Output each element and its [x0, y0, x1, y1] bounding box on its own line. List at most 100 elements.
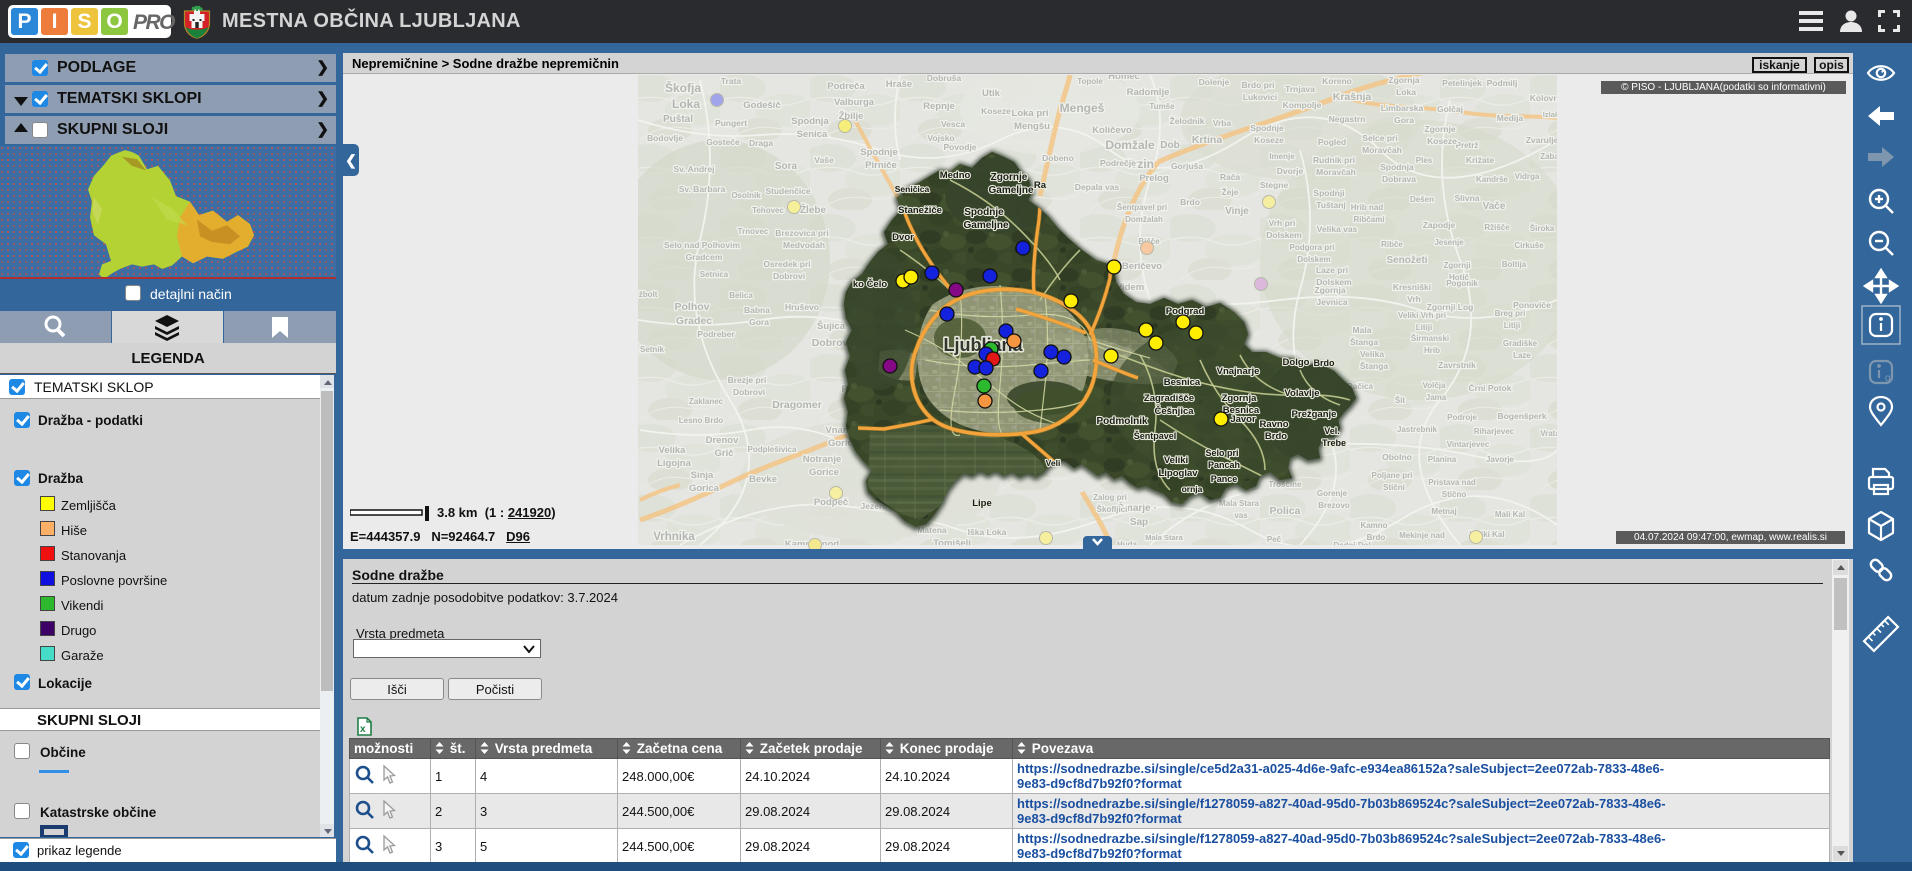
- svg-text:Puštal: Puštal: [663, 114, 693, 125]
- svg-text:Homec: Homec: [1108, 74, 1140, 82]
- svg-text:Vrba: Vrba: [1213, 118, 1232, 128]
- svg-text:Peč: Peč: [1267, 535, 1282, 544]
- svg-text:Škofljici: Škofljici: [1097, 505, 1128, 514]
- svg-text:Setnica: Setnica: [700, 270, 729, 279]
- svg-text:Brezovica pri: Brezovica pri: [775, 228, 828, 238]
- svg-text:Breg pri: Breg pri: [1495, 309, 1526, 318]
- svg-text:Setnik: Setnik: [640, 345, 665, 354]
- svg-text:Ribče: Ribče: [1381, 240, 1403, 249]
- svg-text:Repnje: Repnje: [923, 101, 955, 112]
- svg-text:Obolno: Obolno: [1382, 452, 1412, 462]
- svg-text:Tumše: Tumše: [1149, 102, 1175, 111]
- svg-text:Radomlje: Radomlje: [1127, 87, 1170, 98]
- svg-text:Gradiške: Gradiške: [1503, 339, 1538, 348]
- svg-text:Mala Stara: Mala Stara: [1145, 533, 1183, 542]
- svg-text:Koseze: Koseze: [1427, 136, 1457, 146]
- svg-text:Lukovici: Lukovici: [1243, 92, 1277, 102]
- svg-text:Brdo: Brdo: [1180, 197, 1200, 207]
- svg-text:Sv. Andrej: Sv. Andrej: [673, 164, 714, 174]
- svg-text:Seničica: Seničica: [895, 184, 930, 194]
- svg-text:Spodnje: Spodnje: [964, 207, 1004, 218]
- svg-text:Pance: Pance: [1211, 474, 1238, 484]
- svg-text:Širmanski: Širmanski: [1411, 334, 1449, 343]
- svg-text:Podreber: Podreber: [697, 329, 735, 339]
- svg-text:Ribčami: Ribčami: [1353, 215, 1384, 224]
- svg-text:Mala: Mala: [1353, 325, 1372, 335]
- svg-text:Spodnji: Spodnji: [1313, 188, 1344, 198]
- svg-text:Stanežiče: Stanežiče: [898, 205, 942, 216]
- svg-text:Vrh: Vrh: [1407, 294, 1421, 304]
- svg-text:Medija: Medija: [1497, 113, 1524, 123]
- svg-text:Negastrn: Negastrn: [1329, 114, 1366, 124]
- svg-text:Pogled: Pogled: [1318, 137, 1346, 147]
- svg-text:Stični: Stični: [1383, 483, 1405, 492]
- svg-text:Topole: Topole: [1077, 77, 1103, 86]
- svg-text:Lipe: Lipe: [972, 498, 992, 509]
- svg-text:Sap: Sap: [1130, 517, 1148, 528]
- svg-text:Valburga: Valburga: [834, 97, 875, 108]
- svg-text:Polhov: Polhov: [674, 301, 709, 313]
- svg-text:Želodnik: Želodnik: [1170, 115, 1205, 126]
- svg-text:Studenčice: Studenčice: [765, 186, 811, 196]
- svg-text:Gosteče: Gosteče: [706, 137, 740, 147]
- svg-text:Ligojna: Ligojna: [657, 458, 691, 469]
- svg-text:Zaklanec: Zaklanec: [689, 397, 724, 406]
- svg-text:Babna: Babna: [744, 305, 770, 315]
- svg-text:Spodnja: Spodnja: [1380, 162, 1414, 172]
- svg-text:Trnjava: Trnjava: [1285, 84, 1315, 94]
- svg-text:Pristava nad: Pristava nad: [1428, 478, 1476, 487]
- svg-text:Notranje: Notranje: [803, 454, 842, 465]
- svg-text:Mala Stara: Mala Stara: [1219, 499, 1260, 508]
- svg-text:Rudnik pri: Rudnik pri: [1313, 155, 1355, 165]
- svg-text:Utik: Utik: [982, 88, 1001, 99]
- svg-text:Moravčah: Moravčah: [1362, 145, 1402, 155]
- svg-text:Zagradišče: Zagradišče: [1144, 393, 1194, 404]
- svg-text:Beričevo: Beričevo: [1122, 261, 1162, 272]
- svg-text:Vrh pri: Vrh pri: [1269, 218, 1296, 228]
- svg-text:Podpeč: Podpeč: [814, 497, 848, 508]
- svg-text:Vel.: Vel.: [1324, 426, 1340, 436]
- svg-text:Vidrga: Vidrga: [1515, 172, 1540, 181]
- svg-text:Šentpavel: Šentpavel: [1134, 430, 1177, 441]
- svg-text:Vintarjevec: Vintarjevec: [1447, 440, 1490, 449]
- svg-text:Veli: Veli: [1046, 458, 1061, 468]
- svg-text:Bevke: Bevke: [749, 474, 777, 485]
- svg-text:Hraše: Hraše: [886, 79, 912, 90]
- svg-text:ko Čelo: ko Čelo: [853, 278, 888, 290]
- svg-text:Velika: Velika: [659, 445, 687, 456]
- svg-text:Dolskem: Dolskem: [1266, 230, 1302, 240]
- svg-text:Loka: Loka: [672, 97, 700, 111]
- svg-text:Brdo: Brdo: [1314, 358, 1335, 368]
- svg-text:Trnovec: Trnovec: [738, 227, 769, 236]
- svg-text:Bogenšperk: Bogenšperk: [1497, 411, 1546, 421]
- svg-text:Zgornji: Zgornji: [1443, 261, 1470, 270]
- svg-text:Imenje: Imenje: [1269, 152, 1295, 161]
- svg-text:Ržišče: Ržišče: [1484, 223, 1510, 232]
- svg-text:Vesca: Vesca: [941, 119, 965, 129]
- svg-text:g: g: [1885, 373, 1891, 384]
- svg-text:Godešič: Godešič: [743, 100, 781, 111]
- svg-text:Šentpavel pri: Šentpavel pri: [1117, 203, 1167, 212]
- svg-text:Gradcem: Gradcem: [686, 252, 723, 262]
- svg-text:Zavrstnik: Zavrstnik: [1438, 360, 1476, 370]
- svg-text:Polica: Polica: [1270, 505, 1301, 517]
- svg-text:Hrib: Hrib: [1424, 346, 1440, 355]
- svg-text:Gorenje: Gorenje: [1317, 489, 1348, 498]
- svg-text:Dragomer: Dragomer: [772, 399, 822, 411]
- svg-text:Tehovec: Tehovec: [752, 206, 784, 215]
- svg-text:Zvarulje: Zvarulje: [1526, 135, 1559, 145]
- svg-text:Laze pri: Laze pri: [1316, 265, 1348, 275]
- svg-text:Trata: Trata: [721, 76, 742, 86]
- svg-text:Planina: Planina: [1428, 455, 1457, 464]
- svg-text:Depala vas: Depala vas: [1075, 182, 1120, 192]
- svg-text:Stegne: Stegne: [1260, 180, 1289, 190]
- svg-text:Dobeno: Dobeno: [1042, 153, 1074, 163]
- svg-text:Boltija: Boltija: [1502, 260, 1527, 269]
- svg-text:Draga: Draga: [749, 138, 773, 148]
- svg-text:Veliki: Veliki: [1164, 455, 1188, 466]
- svg-text:Besnica: Besnica: [1164, 377, 1201, 388]
- svg-text:Pungert: Pungert: [715, 118, 747, 128]
- svg-text:Koseze: Koseze: [1254, 135, 1284, 145]
- svg-text:Sv. Barbara: Sv. Barbara: [679, 184, 726, 194]
- svg-text:Šujica: Šujica: [817, 320, 846, 332]
